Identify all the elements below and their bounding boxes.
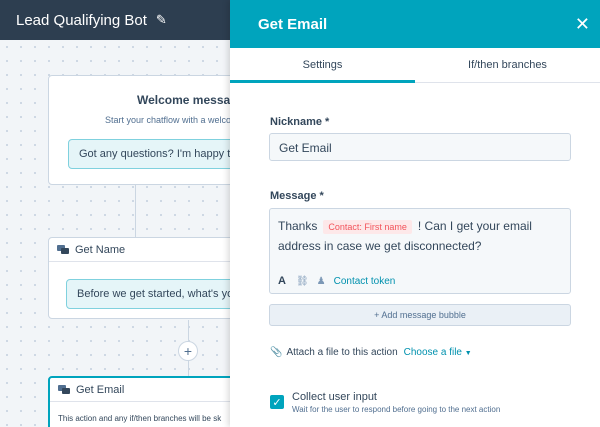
chat-bubble-icon [58, 384, 70, 394]
link-icon[interactable]: ⛓ [296, 276, 309, 287]
text-format-button[interactable]: A [278, 275, 286, 287]
attach-file-row: 📎 Attach a file to this action Choose a … [270, 347, 472, 358]
get-name-node-header: Get Name [49, 238, 237, 262]
contact-first-name-token[interactable]: Contact: First name [323, 220, 412, 234]
action-settings-panel: Get Email ✕ Settings If/then branches Ni… [230, 0, 600, 427]
add-action-button[interactable]: + [178, 341, 198, 361]
active-tab-indicator [230, 80, 415, 83]
close-icon[interactable]: ✕ [575, 14, 590, 35]
panel-header: Get Email ✕ [230, 0, 600, 48]
welcome-node-title: Welcome messag [137, 93, 238, 107]
nickname-value: Get Email [279, 141, 332, 155]
get-name-node-title: Get Name [75, 243, 126, 256]
message-line-2: address in case we get disconnected? [278, 239, 482, 253]
choose-file-label: Choose a file [403, 347, 462, 358]
get-name-message-bubble[interactable]: Before we get started, what's your [66, 279, 238, 309]
message-label: Message * [270, 190, 324, 202]
tab-settings[interactable]: Settings [230, 48, 415, 82]
panel-tabs: Settings If/then branches [230, 48, 600, 83]
get-email-node[interactable]: Get Email This action and any if/then br… [48, 376, 238, 427]
add-message-bubble-label: + Add message bubble [374, 310, 466, 320]
message-editor[interactable]: Thanks Contact: First name ! Can I get you… [269, 208, 571, 294]
welcome-bubble-text: Got any questions? I'm happy to h [79, 148, 238, 160]
pencil-icon[interactable]: ✎ [156, 12, 167, 28]
panel-title: Get Email [258, 15, 328, 33]
paperclip-icon: 📎 [270, 347, 283, 358]
message-line-1: Thanks Contact: First name ! Can I get you… [278, 219, 532, 234]
contact-token-link[interactable]: Contact token [334, 276, 396, 287]
collect-user-input-help: Wait for the user to respond before goin… [292, 405, 501, 414]
chat-bubble-icon [57, 244, 69, 254]
message-suffix: ! Can I get your email [417, 219, 532, 233]
connector-line [135, 185, 136, 237]
get-email-node-body: This action and any if/then branches wil… [58, 414, 222, 423]
tab-if-then-branches[interactable]: If/then branches [415, 48, 600, 82]
top-bar: Lead Qualifying Bot ✎ [0, 0, 230, 40]
welcome-message-bubble[interactable]: Got any questions? I'm happy to h [68, 139, 238, 169]
message-toolbar: A ⛓ ♟ Contact token [278, 275, 395, 287]
get-name-bubble-text: Before we get started, what's your [77, 288, 238, 300]
chevron-down-icon: ▼ [464, 350, 472, 357]
collect-user-input-label: Collect user input [292, 391, 377, 403]
add-action-label: + [183, 343, 193, 359]
nickname-label: Nickname * [270, 116, 330, 128]
attach-file-label: Attach a file to this action [286, 347, 398, 358]
choose-file-dropdown[interactable]: Choose a file ▼ [404, 347, 472, 358]
nickname-field[interactable]: Get Email [269, 133, 571, 161]
bot-title: Lead Qualifying Bot [16, 11, 147, 29]
person-icon[interactable]: ♟ [317, 276, 326, 287]
get-email-node-header: Get Email [50, 378, 236, 402]
add-message-bubble-button[interactable]: + Add message bubble [269, 304, 571, 326]
get-email-node-title: Get Email [76, 383, 125, 396]
collect-user-input-checkbox[interactable]: ✓ [270, 395, 284, 409]
checkmark-icon: ✓ [272, 396, 282, 409]
message-prefix: Thanks [278, 219, 318, 233]
welcome-node-subtitle: Start your chatflow with a welcom [105, 115, 238, 125]
